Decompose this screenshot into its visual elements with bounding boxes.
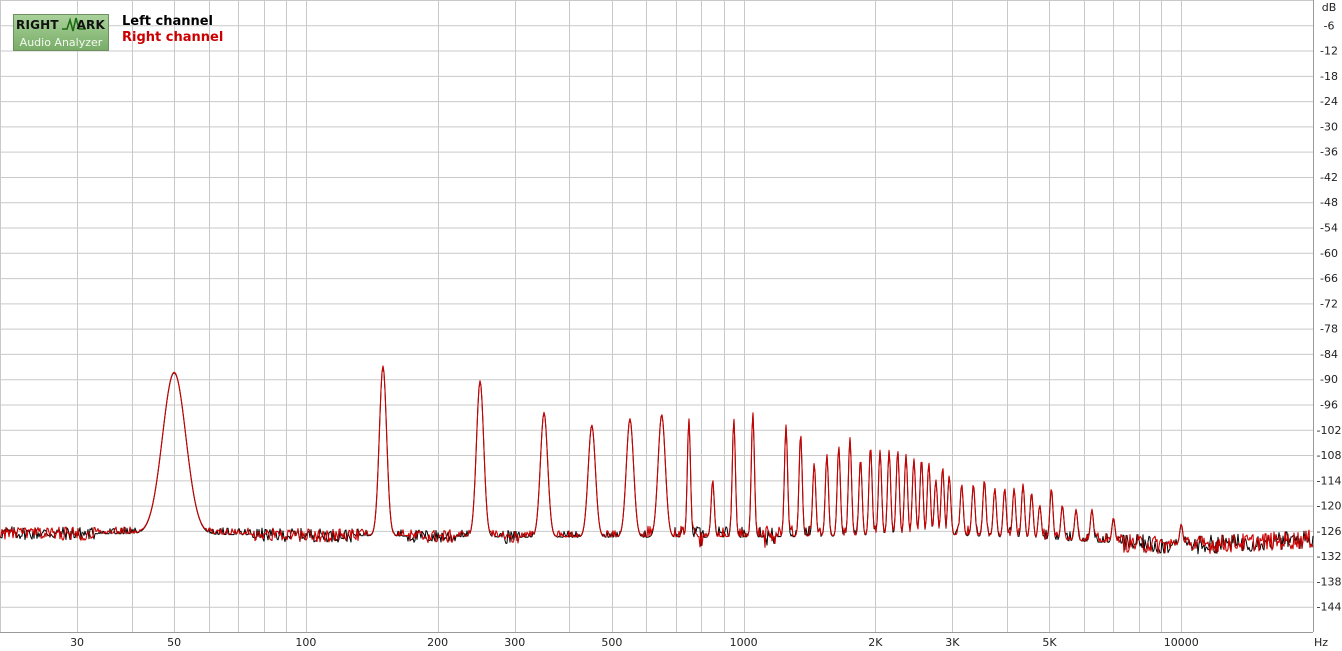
- rightmark-logo: RIGHT ARK Audio Analyzer: [13, 14, 109, 51]
- x-tick-label: 1000: [730, 636, 758, 649]
- y-tick-label: -102: [1317, 424, 1342, 437]
- y-tick-label: -84: [1320, 348, 1338, 361]
- x-tick-label: 50: [167, 636, 181, 649]
- y-tick-label: -72: [1320, 297, 1338, 310]
- x-tick-label: 2K: [868, 636, 883, 649]
- y-tick-label: -24: [1320, 95, 1338, 108]
- x-tick-label: 500: [601, 636, 622, 649]
- logo-word-right: RIGHT: [16, 18, 59, 32]
- logo-word-ark: ARK: [76, 18, 105, 32]
- y-tick-label: -12: [1320, 45, 1338, 58]
- y-unit-label: dB: [1322, 1, 1337, 14]
- y-tick-label: -132: [1317, 550, 1342, 563]
- x-tick-label: 200: [427, 636, 448, 649]
- x-tick-label: 100: [295, 636, 316, 649]
- y-tick-label: -60: [1320, 247, 1338, 260]
- y-tick-label: -6: [1324, 19, 1335, 32]
- x-tick-label: 10000: [1164, 636, 1199, 649]
- y-tick-label: -126: [1317, 525, 1342, 538]
- y-tick-label: -48: [1320, 196, 1338, 209]
- y-tick-label: -54: [1320, 222, 1338, 235]
- legend-right-channel: Right channel: [122, 30, 224, 45]
- y-tick-label: -108: [1317, 449, 1342, 462]
- y-tick-label: -120: [1317, 500, 1342, 513]
- plot-background: [0, 0, 1342, 651]
- y-tick-label: -78: [1320, 323, 1338, 336]
- y-tick-label: -36: [1320, 146, 1338, 159]
- chart-window: -6 -12 -18 -24 -30 -36 -42 -48 -54 -60 -66 -72 -78 -8…: [0, 0, 1342, 651]
- x-tick-label: 3K: [945, 636, 960, 649]
- y-tick-label: -30: [1320, 120, 1338, 133]
- legend-left-channel: Left channel: [122, 14, 214, 29]
- y-tick-label: -96: [1320, 398, 1338, 411]
- y-tick-label: -66: [1320, 272, 1338, 285]
- x-tick-label: 300: [504, 636, 525, 649]
- logo-subtitle: Audio Analyzer: [19, 36, 103, 49]
- y-tick-label: -90: [1320, 373, 1338, 386]
- x-tick-label: 5K: [1042, 636, 1057, 649]
- x-unit-label: Hz: [1314, 636, 1328, 649]
- y-tick-label: -42: [1320, 171, 1338, 184]
- y-tick-label: -114: [1317, 474, 1342, 487]
- y-tick-label: -138: [1317, 575, 1342, 588]
- x-tick-label: 30: [70, 636, 84, 649]
- logo-top-row: RIGHT ARK: [15, 17, 107, 33]
- y-tick-label: -144: [1317, 601, 1342, 614]
- spectrum-chart: -6 -12 -18 -24 -30 -36 -42 -48 -54 -60 -66 -72 -78 -8…: [0, 0, 1342, 651]
- y-tick-label: -18: [1320, 70, 1338, 83]
